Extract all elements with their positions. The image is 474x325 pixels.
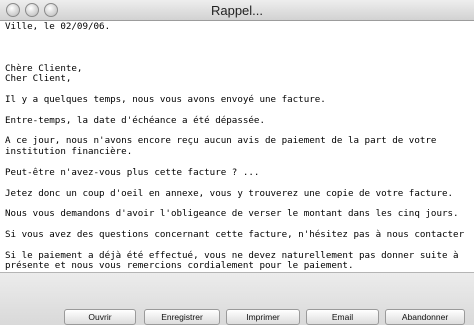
button-bar: Ouvrir Enregistrer Imprimer Email Abando…	[0, 273, 474, 325]
abandon-button[interactable]: Abandonner	[385, 309, 465, 325]
save-button[interactable]: Enregistrer	[144, 309, 220, 325]
title-bar: Rappel...	[0, 0, 474, 21]
open-button[interactable]: Ouvrir	[64, 309, 136, 325]
window-title: Rappel...	[210, 3, 264, 18]
email-button[interactable]: Email	[306, 309, 379, 325]
rappel-window: Rappel... Ville, le 02/09/06. Chère Clie…	[0, 0, 474, 325]
letter-text-area[interactable]: Ville, le 02/09/06. Chère Cliente, Cher …	[5, 22, 474, 272]
print-button[interactable]: Imprimer	[226, 309, 300, 325]
